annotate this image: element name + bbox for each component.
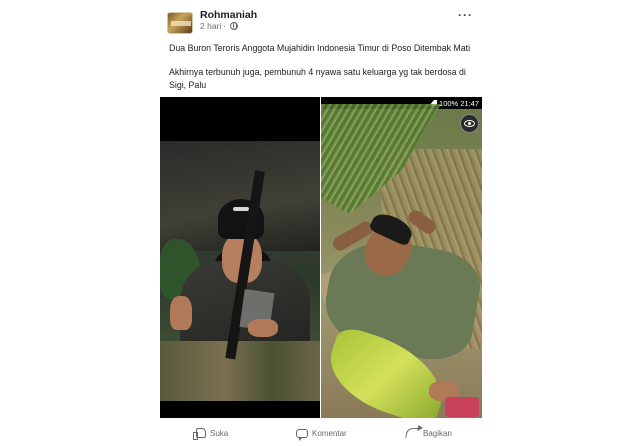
globe-icon (230, 22, 239, 30)
author-name[interactable]: Rohmaniah (200, 9, 257, 21)
bag (445, 397, 479, 417)
more-icon[interactable]: ··· (458, 8, 473, 22)
meta-separator: · (223, 21, 227, 31)
photo-left-scene (160, 141, 320, 401)
beanie-mark (233, 207, 249, 211)
post-text-title: Dua Buron Teroris Anggota Mujahidin Indo… (169, 43, 471, 53)
like-icon (193, 428, 206, 440)
eye-icon-glyph (464, 120, 475, 127)
avatar-decoration (171, 21, 191, 26)
like-label: Suka (210, 428, 229, 438)
like-button[interactable]: Suka (193, 428, 229, 440)
photo-left[interactable] (160, 97, 320, 418)
raised-hand (170, 296, 192, 330)
post-meta: 2 hari · (200, 21, 239, 31)
status-time: 21:47 (460, 98, 479, 108)
photo-right-scene (321, 104, 482, 418)
post-text-body: Akhirnya terbunuh juga, pembunuh 4 nyawa… (169, 67, 466, 90)
camouflage (160, 341, 320, 401)
facebook-post: Rohmaniah 2 hari · ··· Dua Buron Teroris… (160, 0, 482, 446)
hand (248, 319, 278, 337)
comment-button[interactable]: Komentar (296, 428, 347, 441)
share-icon (405, 428, 420, 438)
comment-icon (296, 428, 308, 441)
share-button[interactable]: Bagikan (405, 428, 452, 438)
photo-right[interactable]: 100% 21:47 (321, 97, 482, 418)
post-time[interactable]: 2 hari (200, 21, 221, 31)
eye-icon[interactable] (460, 114, 479, 133)
action-bar: Suka Komentar Bagikan (160, 423, 482, 443)
comment-label: Komentar (312, 428, 347, 438)
avatar[interactable] (167, 12, 193, 34)
battery-level: 100% (439, 98, 459, 108)
share-label: Bagikan (423, 428, 452, 438)
